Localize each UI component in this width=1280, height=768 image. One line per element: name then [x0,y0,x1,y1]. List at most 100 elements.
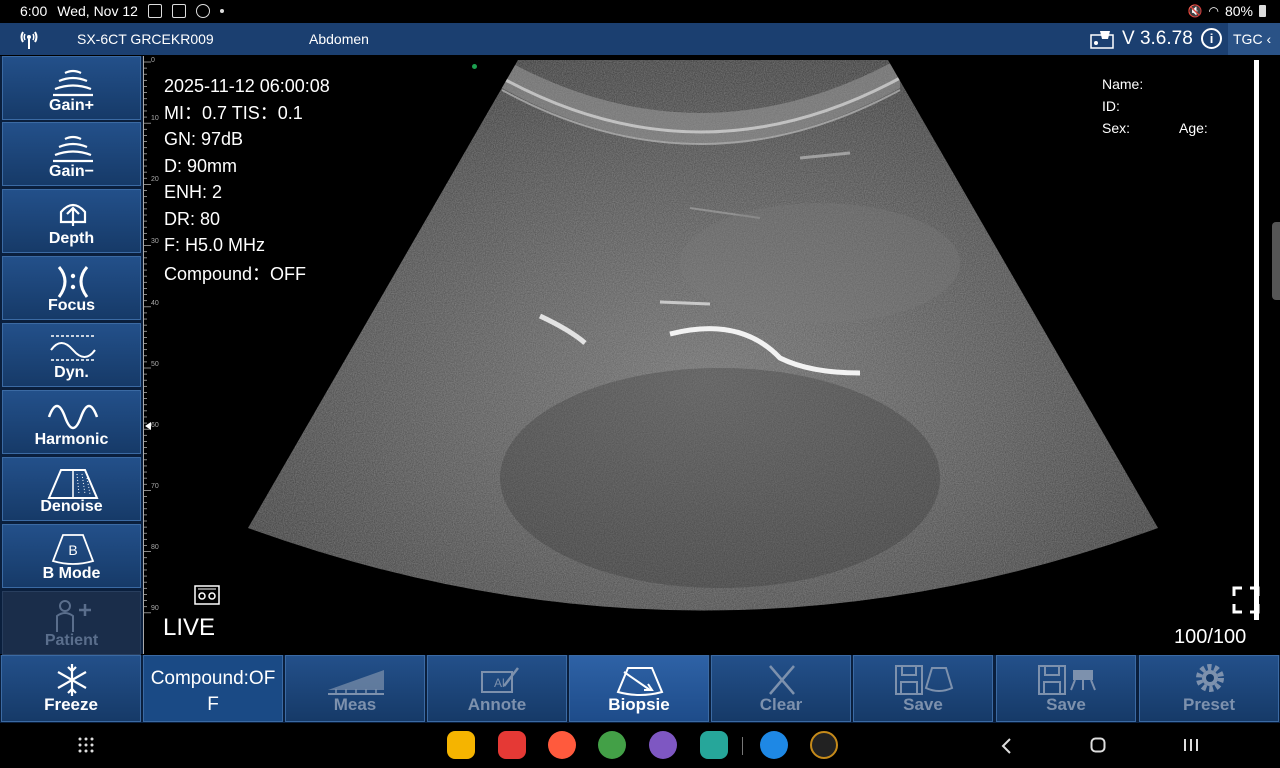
ruler-label: 50 [151,361,159,368]
preset-button[interactable]: Preset [1139,655,1279,722]
patient-button[interactable]: Patient [2,591,141,655]
status-time: 6:00 [20,3,48,19]
ruler-label: 30 [151,238,159,245]
back-icon[interactable] [1000,737,1012,755]
calculator-app-icon[interactable] [598,731,626,759]
tgc-scroll-track[interactable] [1254,60,1259,620]
ruler-label: 90 [151,605,159,612]
calendar-app-icon[interactable] [700,731,728,759]
save-image-button[interactable]: Save [853,655,993,722]
live-indicator: LIVE [163,614,216,641]
files-app-icon[interactable] [447,731,475,759]
patient-name-label: Name: [1102,76,1144,92]
sidebar-item-label: Depth [48,230,95,247]
depth-ruler: 0 10 20 30 40 50 60 70 80 90 [143,56,159,654]
depth-button[interactable]: Depth [2,189,141,253]
dnd-icon [195,4,210,18]
focus-icon [57,266,89,298]
ultrasound-app-icon[interactable] [760,731,788,759]
edge-panel-handle[interactable] [1272,222,1280,300]
gain-readout: GN: 97dB [164,129,244,149]
biopsy-button[interactable]: Biopsie [569,655,709,722]
recent-app-icon[interactable] [810,731,838,759]
patient-sex-label: Sex: [1102,120,1131,136]
sidebar-item-label: Gain+ [49,97,94,114]
probe-orientation-marker [472,64,477,69]
ruler-label: 60 [151,422,159,429]
ruler-ticks [144,61,151,614]
patient-age-label: Age: [1179,120,1208,136]
gain-plus-button[interactable]: Gain+ [2,56,141,120]
dynamic-range-readout: DR: 80 [164,208,221,229]
clear-label: Clear [759,695,803,714]
fullscreen-icon[interactable] [1232,586,1260,614]
cine-loop-icon[interactable] [193,584,221,606]
measure-button[interactable]: Meas [285,655,425,722]
denoise-button[interactable]: Denoise [2,457,141,521]
frame-counter: 100/100 [1174,626,1247,648]
biopsy-needle-icon [616,667,664,696]
save-video-label: Save [1046,695,1086,714]
enhancement-readout: ENH: 2 [164,182,223,202]
wireless-signal-icon [20,31,38,49]
annotate-label: Annote [467,695,527,714]
status-date: Wed, Nov 12 [57,3,138,19]
ruler-label: 20 [151,176,159,183]
save-image-label: Save [903,695,943,714]
b-mode-button[interactable]: B B Mode [2,524,141,588]
harmonic-icon [47,404,99,430]
save-video-icon [1038,665,1096,695]
ultrasound-image[interactable] [240,58,1170,643]
clear-button[interactable]: Clear [711,655,851,722]
measure-label: Meas [333,695,377,714]
tgc-toggle[interactable]: TGC ‹ [1228,23,1280,55]
dock-divider [742,737,743,755]
battery-icon [1259,5,1266,17]
sidebar-item-label: Gain− [49,163,94,180]
exam-preset: Abdomen [309,31,369,47]
contacts-app-icon[interactable] [548,731,576,759]
scan-datetime: 2025-11-12 06:00:08 [164,76,330,96]
app-drawer-icon[interactable] [78,737,94,753]
focus-marker-icon [145,422,151,430]
sidebar-item-label: Dyn. [54,364,89,381]
probe-icon[interactable] [1090,29,1116,49]
gain-minus-icon [53,135,93,163]
info-icon[interactable]: i [1201,28,1222,49]
depth-icon [59,203,87,226]
gear-icon [1196,664,1224,692]
recents-icon[interactable] [1183,737,1199,753]
ruler-label: 10 [151,115,159,122]
home-icon[interactable] [1090,737,1106,753]
annotate-icon: Al [481,667,519,693]
internet-app-icon[interactable] [649,731,677,759]
mute-icon: 🔇 [1187,4,1203,18]
save-image-icon [895,665,954,695]
gain-plus-icon [53,69,93,97]
flipboard-app-icon[interactable] [498,731,526,759]
save-video-button[interactable]: Save [996,655,1136,722]
compound-label: Compound:OF F [144,666,282,718]
svg-text:Al: Al [494,676,505,690]
patient-info: Name: ID: Sex: Age: [1102,73,1208,139]
bottom-toolbar: Freeze Compound:OF F Meas Al Annote Biop… [0,655,1280,723]
harmonic-button[interactable]: Harmonic [2,390,141,454]
freeze-label: Freeze [44,695,98,714]
preset-label: Preset [1183,695,1235,714]
ruler-measure-icon [328,670,384,695]
ruler-label: 0 [151,57,155,64]
compound-button[interactable]: Compound:OF F [143,655,283,722]
gain-minus-button[interactable]: Gain− [2,122,141,186]
freeze-button[interactable]: Freeze [1,655,141,722]
android-nav-bar [0,723,1280,768]
sidebar-item-label: Focus [47,297,96,314]
dynamic-range-button[interactable]: Dyn. [2,323,141,387]
compound-label-line2: F [207,694,219,715]
svg-text:B: B [68,542,77,558]
focus-button[interactable]: Focus [2,256,141,320]
sidebar-item-label: Patient [44,632,99,649]
annotate-button[interactable]: Al Annote [427,655,567,722]
sidebar-item-label: Harmonic [34,431,109,448]
compound-readout: Compound：OFF [164,263,307,284]
dynamic-range-icon [50,335,96,361]
